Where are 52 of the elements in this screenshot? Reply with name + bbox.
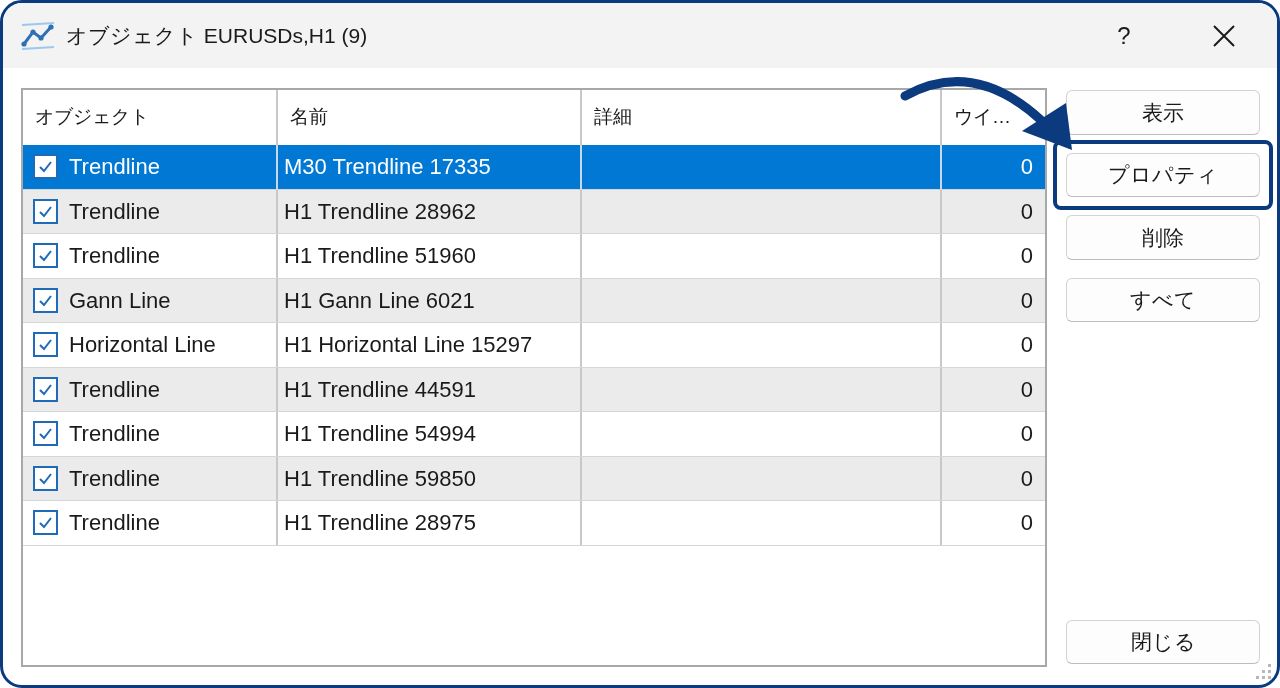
- table-row[interactable]: Trendline M30 Trendline 17335 0: [23, 145, 1045, 190]
- checkbox[interactable]: [33, 465, 58, 491]
- table-cell-text: 0: [1019, 331, 1034, 360]
- chart-line-icon: [20, 20, 56, 51]
- table-cell: H1 Trendline 51960: [278, 234, 582, 278]
- table-cell: H1 Horizontal Line 15297: [278, 323, 582, 367]
- table-cell-text: 0: [1019, 197, 1034, 226]
- cell-text: Trendline: [69, 242, 160, 271]
- close-dialog-button[interactable]: 閉じる: [1066, 619, 1260, 664]
- table-cell-text: 0: [1019, 286, 1034, 315]
- table-row[interactable]: Trendline H1 Trendline 59850 0: [23, 456, 1045, 501]
- table-row[interactable]: Trendline H1 Trendline 44591 0: [23, 367, 1045, 412]
- table-row[interactable]: Trendline H1 Trendline 54994 0: [23, 412, 1045, 457]
- cell-text: Trendline: [69, 509, 160, 538]
- checkbox[interactable]: [33, 154, 58, 180]
- checkbox[interactable]: [33, 287, 58, 313]
- dialog-button[interactable]: 表示: [1066, 90, 1260, 135]
- table-cell-text: 0: [1019, 464, 1034, 493]
- cell-text: Gann Line: [69, 286, 171, 315]
- help-button[interactable]: ?: [1094, 13, 1154, 58]
- table-cell-text: 0: [1019, 509, 1034, 538]
- resize-grip-icon: [1256, 664, 1271, 679]
- table-row[interactable]: Trendline H1 Trendline 51960 0: [23, 234, 1045, 279]
- table-row[interactable]: Trendline H1 Trendline 28975 0: [23, 501, 1045, 546]
- close-icon: [1213, 24, 1235, 47]
- table-row[interactable]: Gann Line H1 Gann Line 6021 0: [23, 278, 1045, 323]
- table-cell: H1 Trendline 54994: [278, 412, 582, 456]
- dialog-button[interactable]: プロパティ: [1066, 152, 1260, 197]
- dialog-button[interactable]: すべて: [1066, 277, 1260, 322]
- table-cell: M30 Trendline 17335: [278, 145, 582, 189]
- cell-text: Horizontal Line: [69, 331, 216, 360]
- table-row[interactable]: Trendline H1 Trendline 28962 0: [23, 189, 1045, 234]
- cell-text: Trendline: [69, 464, 160, 493]
- table-cell-text: 0: [1019, 242, 1034, 271]
- column-header[interactable]: ウイ…: [942, 90, 1045, 145]
- cell-text: Trendline: [69, 197, 160, 226]
- table-cell-text: 0: [1019, 375, 1034, 404]
- window-title: オブジェクト EURUSDs,H1 (9): [66, 22, 368, 49]
- checkbox[interactable]: [33, 243, 58, 269]
- checkbox[interactable]: [33, 198, 58, 224]
- cell-text: Trendline: [69, 375, 160, 404]
- table-cell: H1 Trendline 28975: [278, 501, 582, 545]
- checkbox[interactable]: [33, 332, 58, 358]
- cell-text: Trendline: [69, 420, 160, 449]
- cell-text: Trendline: [69, 153, 160, 182]
- checkbox[interactable]: [33, 421, 58, 447]
- dialog-button[interactable]: 削除: [1066, 215, 1260, 260]
- table-row[interactable]: Horizontal Line H1 Horizontal Line 15297 0: [23, 323, 1045, 368]
- table-cell-text: 0: [1019, 420, 1034, 449]
- checkbox[interactable]: [33, 510, 58, 536]
- table-cell-text: 0: [1019, 153, 1034, 182]
- checkbox[interactable]: [33, 376, 58, 402]
